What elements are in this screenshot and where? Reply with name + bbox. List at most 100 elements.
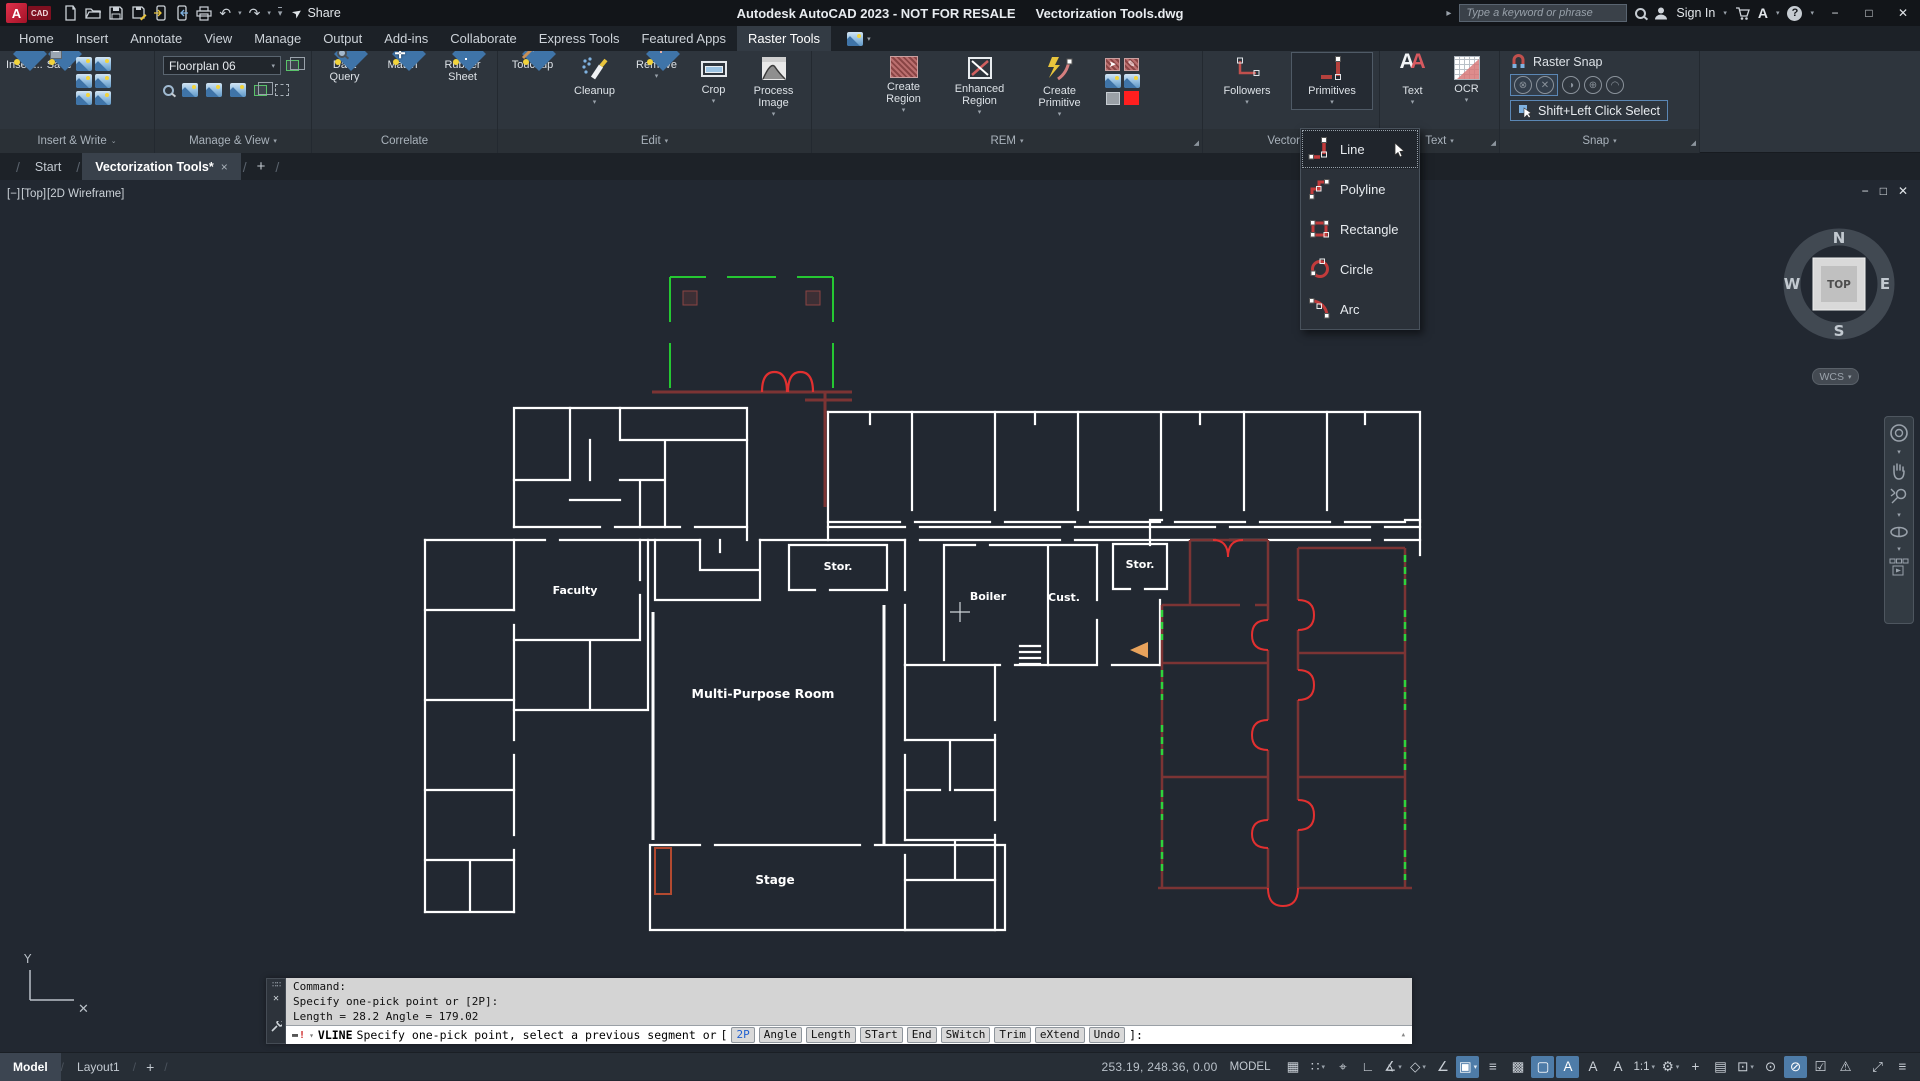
ribbon-display-caret-icon[interactable]: ▾ [867,35,871,43]
followers-caret-icon[interactable]: ▾ [1245,97,1249,109]
image-edit-icon[interactable] [76,57,92,71]
image-frames-icon[interactable] [254,85,267,96]
drawing-compatibility-icon[interactable]: ⚠ [1834,1056,1857,1078]
command-input[interactable]: ▬! ▾ VLINE Specify one-pick point, selec… [286,1025,1412,1044]
option-angle[interactable]: Angle [759,1027,802,1043]
orbit-icon[interactable] [1889,524,1909,540]
remove-button[interactable]: Remove ▾ [629,53,685,83]
rem-gray-swatch-icon[interactable] [1105,91,1121,105]
option-trim[interactable]: Trim [994,1027,1031,1043]
pan-icon[interactable] [1890,461,1908,481]
create-primitive-caret-icon[interactable]: ▾ [1058,109,1062,121]
insert-write-caret-icon[interactable]: ⌄ [111,137,117,145]
ortho-mode-toggle[interactable]: ∟ [1356,1056,1379,1078]
redo-caret-icon[interactable]: ▾ [267,9,271,17]
selection-cycling-toggle[interactable]: ▢ [1531,1056,1554,1078]
open-file-icon[interactable] [85,5,101,21]
search-collapse-icon[interactable]: ▸ [1446,8,1451,19]
tab-insert[interactable]: Insert [65,26,120,51]
tab-raster-tools[interactable]: Raster Tools [737,26,831,51]
snap-center-icon[interactable]: ⊕ [1584,76,1602,94]
layout1-tab[interactable]: Layout1 [64,1053,133,1081]
lineweight-toggle[interactable]: ≡ [1481,1056,1504,1078]
undo-icon[interactable]: ↶ [219,5,231,21]
tab-manage[interactable]: Manage [243,26,312,51]
tab-featured-apps[interactable]: Featured Apps [630,26,737,51]
ocr-caret-icon[interactable]: ▾ [1465,95,1469,107]
command-grip-icon[interactable]: ∷∷ [272,980,281,990]
command-line-grip[interactable]: ∷∷ ✕ [266,978,286,1044]
snap-corner-icon[interactable]: ◑ [1562,76,1580,94]
orbit-caret-icon[interactable]: ▾ [1897,545,1901,553]
menu-item-circle[interactable]: Circle [1301,249,1419,289]
show-image-icon[interactable] [182,83,198,97]
new-drawing-tab-button[interactable]: + [249,158,274,175]
image-link-icon[interactable] [76,91,92,105]
option-extend[interactable]: eXtend [1035,1027,1085,1043]
undo-caret-icon[interactable]: ▾ [238,9,242,17]
annotation-scale-icon[interactable]: A [1606,1056,1629,1078]
steering-wheel-caret-icon[interactable]: ▾ [1897,448,1901,456]
zoom-icon[interactable] [1889,486,1909,506]
rem-select-icon[interactable]: ➤ [1105,57,1121,71]
tab-annotate[interactable]: Annotate [119,26,193,51]
hide-image-icon[interactable] [206,83,222,97]
save-as-icon[interactable] [131,5,147,21]
viewport-view-control[interactable]: [Top] [21,188,46,200]
manage-view-caret-icon[interactable]: ▾ [273,137,277,145]
data-query-button[interactable]: Data Query [317,53,373,83]
quick-properties-toggle[interactable]: ▤ [1709,1056,1732,1078]
rem-image-a-icon[interactable] [1105,74,1121,88]
text-button[interactable]: Text ▾ [1391,53,1435,109]
new-file-icon[interactable] [63,5,78,21]
followers-button[interactable]: Followers ▾ [1210,53,1284,109]
rem-launcher-icon[interactable]: ◢ [1194,139,1199,147]
primitives-button[interactable]: Primitives ▾ [1292,53,1372,109]
text-launcher-icon[interactable]: ◢ [1491,139,1496,147]
save-to-mobile-icon[interactable] [154,5,168,21]
graphics-performance-button[interactable]: ⊘ [1784,1056,1807,1078]
raster-snap-toggle[interactable]: Raster Snap [1510,54,1602,70]
tab-home[interactable]: Home [8,26,65,51]
snap-caret-icon[interactable]: ▾ [1613,137,1617,145]
crop-button[interactable]: Crop ▾ [691,53,737,108]
polar-tracking-toggle[interactable]: ∡▾ [1381,1056,1404,1078]
view-cube[interactable]: N E S W TOP [1777,224,1901,348]
dynamic-input-toggle[interactable]: ⌖ [1331,1056,1354,1078]
viewcube-north[interactable]: N [1833,229,1846,247]
object-snap-tracking-toggle[interactable]: ∠ [1431,1056,1454,1078]
viewport-visual-style-control[interactable]: [2D Wireframe] [47,188,124,200]
help-caret-icon[interactable]: ▾ [1810,9,1814,17]
text-caret-icon[interactable]: ▾ [1411,97,1415,109]
option-end[interactable]: End [907,1027,937,1043]
insert-button[interactable]: Insert... [4,53,45,71]
rem-image-b-icon[interactable] [1124,74,1140,88]
tab-add-ins[interactable]: Add-ins [373,26,439,51]
document-tab-close-icon[interactable]: × [221,160,228,174]
process-image-button[interactable]: Process Image ▾ [743,53,805,121]
share-button[interactable]: ➤ Share [292,6,340,20]
snap-launcher-icon[interactable]: ◢ [1691,139,1696,147]
clean-screen-button[interactable]: ⤢ [1866,1056,1889,1078]
snap-intersection-icon[interactable]: ✕ [1536,76,1554,94]
drawing-area[interactable]: Faculty Stor. Boiler Cust. Stor. Multi-P… [0,180,1920,1052]
ocr-button[interactable]: OCR ▾ [1445,53,1489,107]
command-history[interactable]: Command: Specify one-pick point or [2P]:… [286,978,1412,1025]
help-icon[interactable]: ? [1787,6,1802,21]
option-start[interactable]: STart [860,1027,903,1043]
open-from-mobile-icon[interactable] [175,5,189,21]
image-export-icon[interactable] [76,74,92,88]
annotation-autoscale-toggle[interactable]: A [1581,1056,1604,1078]
autocad-logo-icon[interactable]: A [6,3,27,23]
menu-item-arc[interactable]: Arc [1301,289,1419,329]
text-panel-caret-icon[interactable]: ▾ [1450,137,1454,145]
create-region-caret-icon[interactable]: ▾ [902,105,906,117]
viewport-close-icon[interactable]: ✕ [1898,184,1908,198]
search-input[interactable] [1459,4,1627,22]
rem-caret-icon[interactable]: ▾ [1020,137,1024,145]
erase-image-icon[interactable] [230,83,246,97]
option-length[interactable]: Length [806,1027,856,1043]
image-extents-icon[interactable] [275,84,289,96]
enhanced-region-button[interactable]: Enhanced Region ▾ [943,53,1017,119]
annotation-monitor-toggle[interactable]: + [1684,1056,1707,1078]
